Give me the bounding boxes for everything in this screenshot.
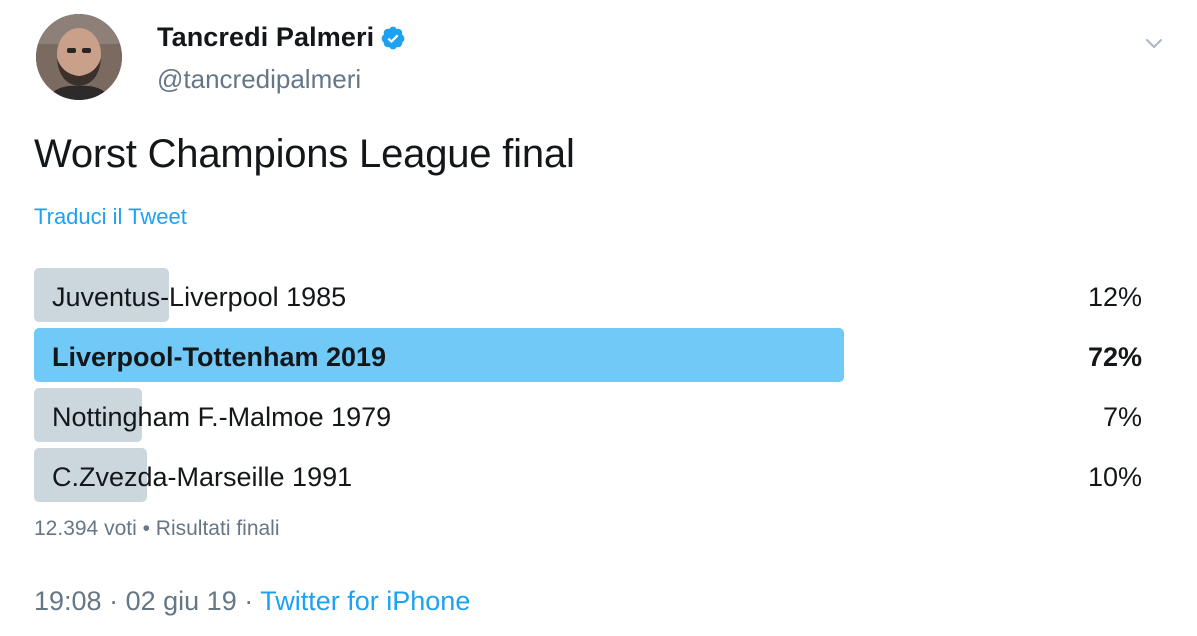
poll-option: Nottingham F.-Malmoe 1979 7%	[34, 388, 1142, 442]
poll-option-percent: 72%	[1087, 342, 1142, 372]
author-handle[interactable]: @tancredipalmeri	[157, 64, 361, 95]
footer-separator: ·	[109, 586, 119, 616]
poll-option-label: Liverpool-Tottenham 2019	[52, 342, 387, 372]
poll-option-label: Juventus-Liverpool 1985	[52, 282, 347, 312]
tweet-text: Worst Champions League final	[34, 132, 575, 176]
poll-option-percent: 7%	[1102, 402, 1142, 432]
footer-separator: ·	[244, 586, 254, 616]
poll-option-percent: 10%	[1087, 462, 1142, 492]
poll-option: Liverpool-Tottenham 2019 72%	[34, 328, 1142, 382]
tweet-footer: 19:08 · 02 giu 19 · Twitter for iPhone	[34, 586, 470, 617]
poll-option: Juventus-Liverpool 1985 12%	[34, 268, 1142, 322]
tweet-time[interactable]: 19:08	[34, 586, 102, 616]
tweet-source-link[interactable]: Twitter for iPhone	[260, 586, 470, 616]
poll-vote-count: 12.394 voti	[34, 517, 137, 540]
author-display-name[interactable]: Tancredi Palmeri	[157, 22, 374, 53]
poll-option-percent: 12%	[1087, 282, 1142, 312]
poll-meta-separator: •	[142, 517, 150, 540]
poll-option-label: C.Zvezda-Marseille 1991	[52, 462, 353, 492]
verified-badge-icon	[380, 25, 406, 51]
avatar[interactable]	[36, 14, 122, 100]
poll-option: C.Zvezda-Marseille 1991 10%	[34, 448, 1142, 502]
poll: Juventus-Liverpool 1985 12% Liverpool-To…	[34, 268, 1142, 508]
poll-meta: 12.394 voti • Risultati finali	[34, 517, 280, 541]
chevron-down-icon[interactable]	[1141, 30, 1167, 56]
poll-option-label: Nottingham F.-Malmoe 1979	[52, 402, 392, 432]
poll-status: Risultati finali	[155, 517, 280, 540]
tweet-date[interactable]: 02 giu 19	[126, 586, 237, 616]
translate-tweet-link[interactable]: Traduci il Tweet	[34, 204, 187, 230]
